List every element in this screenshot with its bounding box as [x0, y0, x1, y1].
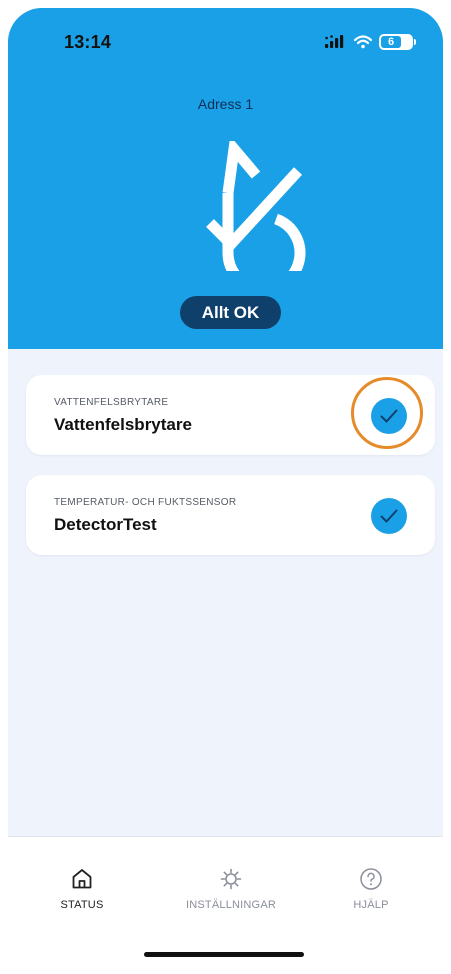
help-icon	[360, 868, 382, 890]
battery-icon: 6	[379, 34, 416, 50]
address-title: Adress 1	[197, 96, 254, 112]
tab-status[interactable]: STATUS	[22, 867, 142, 911]
phone-screen: 13:14 6 Adress 1 Allt OK VATTENFELSBRYTA…	[8, 8, 443, 974]
signal-icon	[325, 35, 344, 48]
device-card[interactable]: TEMPERATUR- OCH FUKTSSENSOR DetectorTest	[26, 475, 435, 555]
battery-level: 6	[387, 36, 395, 48]
gear-icon	[220, 868, 242, 890]
device-card[interactable]: VATTENFELSBRYTARE Vattenfelsbrytare	[26, 375, 435, 455]
tab-label: STATUS	[60, 899, 104, 911]
status-header: 13:14 6 Adress 1 Allt OK	[8, 8, 443, 349]
device-name: Vattenfelsbrytare	[54, 415, 192, 434]
wifi-icon	[354, 35, 372, 49]
status-time: 13:14	[64, 32, 112, 52]
tab-label: HJÄLP	[353, 899, 389, 911]
device-category: VATTENFELSBRYTARE	[54, 397, 169, 408]
tab-label: INSTÄLLNINGAR	[185, 899, 276, 911]
droplet-check-icon	[206, 141, 306, 271]
check-icon	[371, 498, 407, 534]
check-icon	[371, 398, 407, 434]
home-indicator	[144, 952, 304, 957]
tab-help[interactable]: HJÄLP	[311, 867, 431, 911]
tab-settings[interactable]: INSTÄLLNINGAR	[171, 867, 291, 911]
status-icons: 6	[325, 34, 416, 50]
status-bar: 13:14 6	[8, 8, 443, 64]
home-icon	[72, 869, 92, 889]
status-badge: Allt OK	[180, 296, 281, 329]
device-category: TEMPERATUR- OCH FUKTSSENSOR	[54, 497, 237, 508]
device-name: DetectorTest	[54, 515, 157, 534]
